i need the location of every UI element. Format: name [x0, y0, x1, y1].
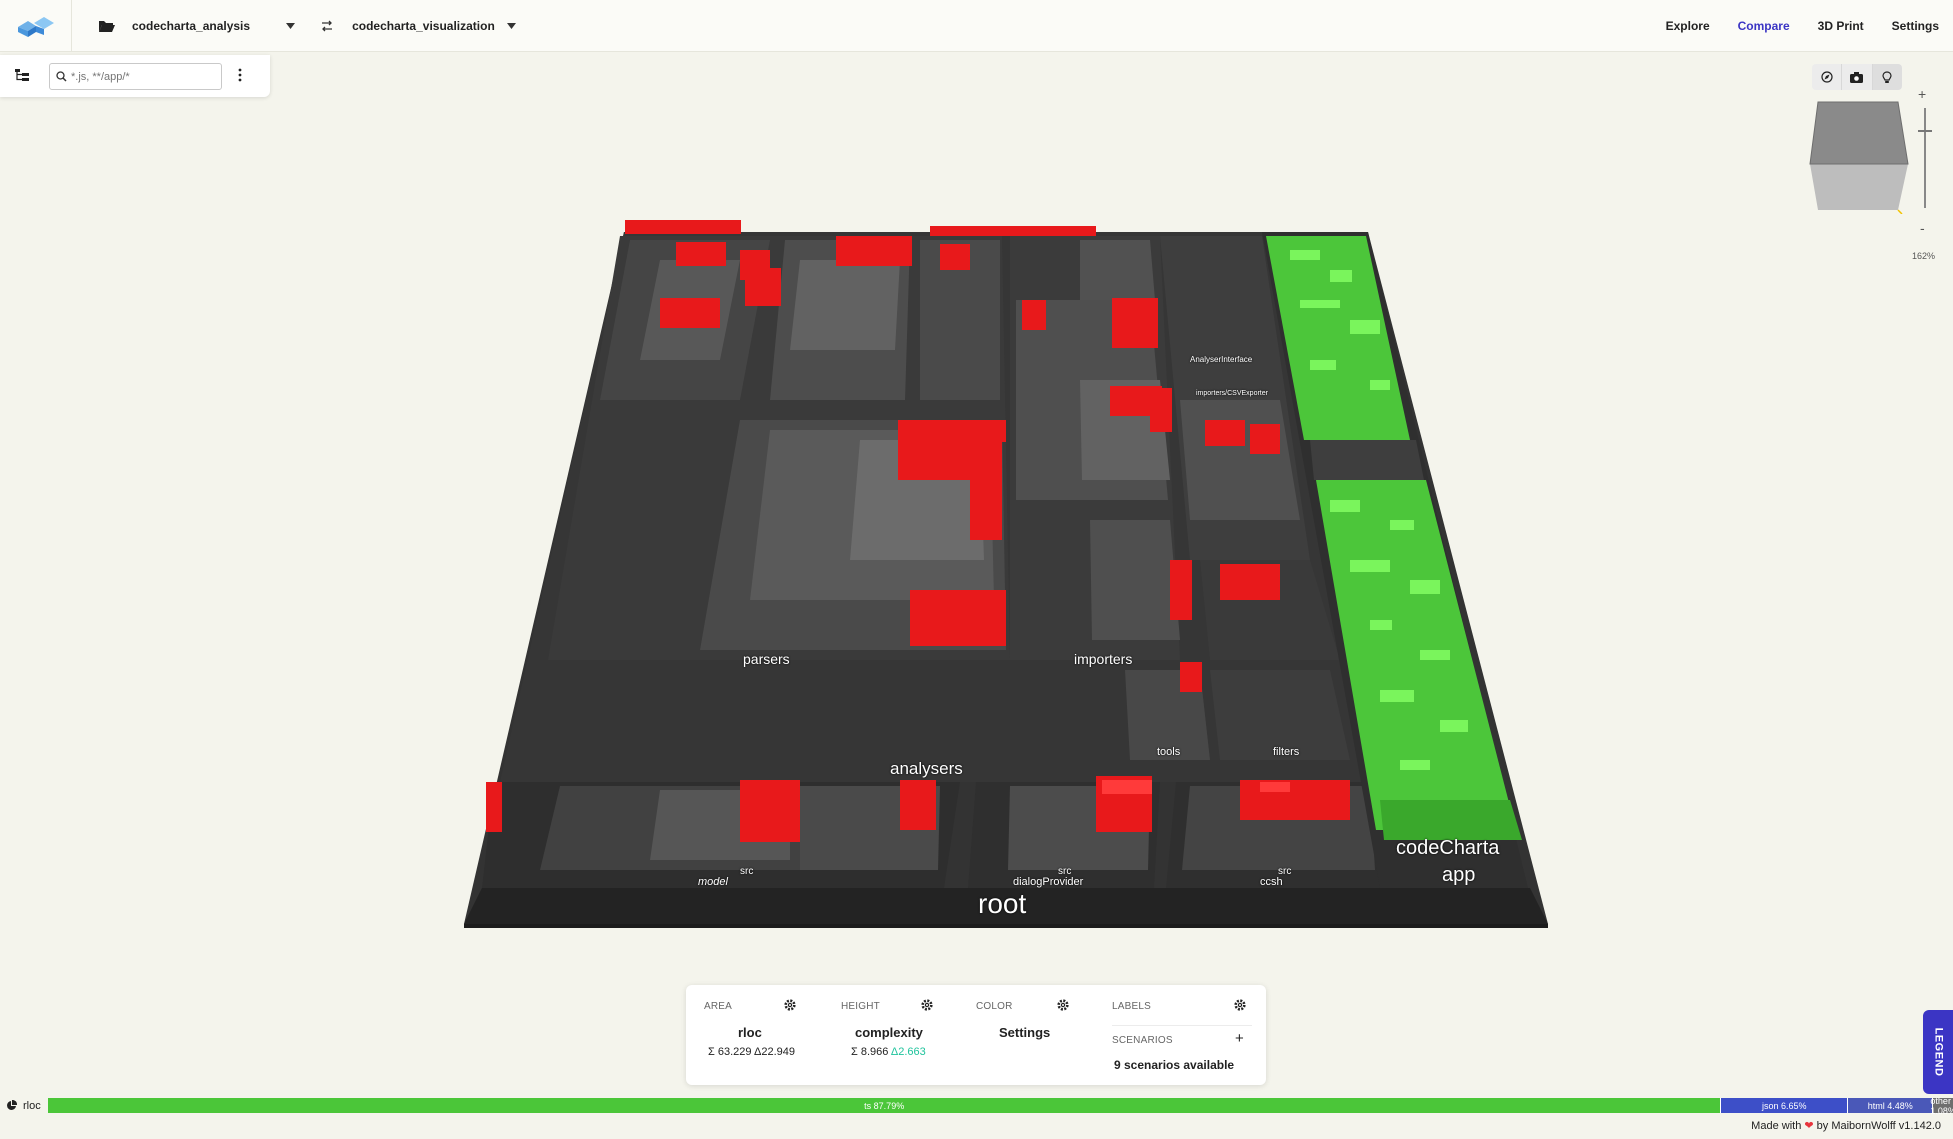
main-nav: Explore Compare 3D Print Settings: [1666, 0, 1939, 52]
label-tools: tools: [1157, 746, 1181, 758]
legend-button[interactable]: LEGEND: [1923, 1010, 1953, 1094]
compass-icon: [1821, 71, 1833, 83]
search-panel: [0, 55, 270, 97]
labels-section[interactable]: LABELS SCENARIOS + 9 scenarios available: [1112, 985, 1252, 1085]
view-cube[interactable]: [1806, 96, 1910, 214]
area-sum: 63.229: [717, 1046, 752, 1058]
file-extension-bar: rloc ts 87.79% json 6.65% html 4.48% other …: [0, 1096, 1953, 1116]
zoom-out-button[interactable]: -: [1920, 220, 1925, 236]
search-input[interactable]: [71, 70, 211, 83]
height-delta: Δ2.663: [890, 1046, 926, 1058]
gear-icon[interactable]: [1057, 999, 1069, 1011]
legend-label: LEGEND: [1932, 1027, 1944, 1077]
screenshot-button[interactable]: [1842, 64, 1873, 90]
gear-icon[interactable]: [921, 999, 933, 1011]
label-importers-csv: importers/CSVExporter: [1196, 390, 1268, 397]
file-name[interactable]: codecharta_analysis: [132, 19, 250, 33]
label-model-src: src: [740, 866, 754, 877]
top-bar: codecharta_analysis codecharta_visualiza…: [0, 0, 1953, 52]
footer-prefix: Made with: [1751, 1120, 1802, 1132]
zoom-level: 162%: [1912, 251, 1936, 261]
codecharta-logo[interactable]: [0, 0, 72, 52]
gear-icon[interactable]: [784, 999, 796, 1011]
extension-segment[interactable]: other 1.08%: [1930, 1096, 1953, 1116]
add-scenario-button[interactable]: +: [1235, 1030, 1244, 1047]
extension-metric-name: rloc: [23, 1099, 41, 1112]
chevron-down-icon[interactable]: [506, 22, 516, 29]
area-delta: Δ22.949: [753, 1046, 795, 1058]
nav-settings[interactable]: Settings: [1892, 19, 1939, 33]
scenarios-title: SCENARIOS: [1112, 1035, 1173, 1046]
height-metric-section[interactable]: HEIGHT complexity Σ 8.966 Δ2.663: [841, 985, 941, 1085]
more-vertical-icon[interactable]: [238, 68, 242, 82]
height-title: HEIGHT: [841, 1001, 880, 1012]
label-analyser-interface: AnalyserInterface: [1190, 355, 1253, 364]
scenarios-divider: [1112, 1025, 1252, 1026]
color-metric-section[interactable]: COLOR Settings: [976, 985, 1076, 1085]
extension-segment[interactable]: html 4.48%: [1847, 1098, 1933, 1113]
nav-3d-print[interactable]: 3D Print: [1818, 19, 1864, 33]
tree-view-icon[interactable]: [15, 69, 29, 81]
lightbulb-icon: [1882, 70, 1892, 83]
heart-icon: ❤: [1804, 1120, 1814, 1132]
zoom-in-button[interactable]: +: [1918, 86, 1926, 102]
area-metric-name[interactable]: rloc: [738, 1025, 762, 1040]
area-metric-summary: Σ 63.229 Δ22.949: [708, 1046, 795, 1058]
chevron-down-icon[interactable]: [286, 22, 296, 29]
label-importers: importers: [1074, 651, 1133, 667]
treemap-3d[interactable]: [0, 0, 1953, 1139]
zoom-slider[interactable]: [1924, 108, 1926, 208]
color-title: COLOR: [976, 1001, 1013, 1012]
height-metric-summary: Σ 8.966 Δ2.663: [851, 1046, 926, 1058]
metric-control-panel: AREA rloc Σ 63.229 Δ22.949 HEIGHT comple…: [686, 985, 1266, 1085]
reset-view-button[interactable]: [1812, 64, 1843, 90]
label-model: model: [698, 876, 728, 888]
label-codecharta: codeCharta: [1396, 837, 1500, 859]
height-metric-name[interactable]: complexity: [855, 1025, 923, 1040]
color-settings[interactable]: Settings: [999, 1025, 1050, 1040]
swap-icon[interactable]: [321, 20, 333, 32]
camera-icon: [1850, 71, 1864, 83]
label-app: app: [1442, 864, 1476, 886]
labels-title: LABELS: [1112, 1001, 1152, 1012]
folder-open-icon[interactable]: [98, 17, 116, 35]
nav-compare[interactable]: Compare: [1738, 19, 1790, 33]
label-ccsh: ccsh: [1260, 876, 1283, 888]
footer-suffix: by MaibornWolff v1.142.0: [1816, 1120, 1941, 1132]
footer-credit: Made with ❤ by MaibornWolff v1.142.0: [1751, 1119, 1941, 1132]
extension-segment[interactable]: ts 87.79%: [48, 1098, 1721, 1113]
gear-icon[interactable]: [1234, 999, 1246, 1011]
logo-icon: [17, 16, 54, 37]
height-sum: 8.966: [860, 1046, 889, 1058]
light-button[interactable]: [1872, 64, 1902, 90]
file-selector: codecharta_analysis codecharta_visualiza…: [72, 0, 516, 52]
sum-symbol: Σ: [851, 1046, 858, 1058]
area-title: AREA: [704, 1001, 733, 1012]
view-tools: [1812, 64, 1902, 90]
nav-explore[interactable]: Explore: [1666, 19, 1710, 33]
zoom-slider-thumb[interactable]: [1918, 130, 1932, 132]
compare-file-name[interactable]: codecharta_visualization: [352, 19, 495, 33]
label-analysers: analysers: [890, 759, 963, 778]
search-field[interactable]: [49, 63, 222, 90]
label-root: root: [978, 888, 1027, 919]
label-filters: filters: [1273, 746, 1300, 758]
extension-segments: ts 87.79%json 6.65%html 4.48%other 1.08%: [48, 1096, 1953, 1116]
extension-segment[interactable]: json 6.65%: [1720, 1098, 1848, 1113]
scenarios-count[interactable]: 9 scenarios available: [1114, 1058, 1234, 1072]
pie-chart-icon: [7, 1100, 17, 1110]
area-metric-section[interactable]: AREA rloc Σ 63.229 Δ22.949: [704, 985, 804, 1085]
label-dialog-provider: dialogProvider: [1013, 876, 1084, 888]
extension-metric[interactable]: rloc: [0, 1097, 48, 1114]
search-icon: [56, 71, 67, 82]
label-parsers: parsers: [743, 651, 790, 667]
sum-symbol: Σ: [708, 1046, 715, 1058]
